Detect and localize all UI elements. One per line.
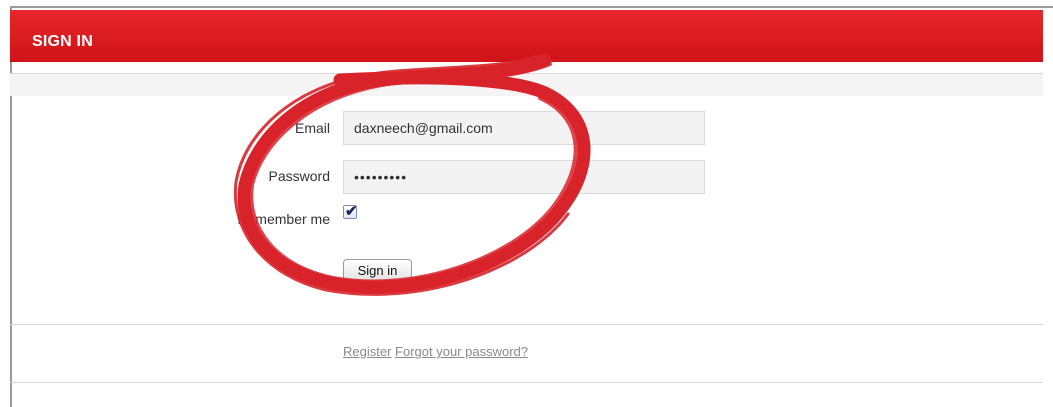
page-title: SIGN IN	[32, 33, 93, 50]
forgot-password-link[interactable]: Forgot your password?	[395, 344, 528, 359]
sign-in-button[interactable]: Sign in	[343, 259, 412, 282]
remember-me-label: Remember me	[237, 211, 330, 227]
register-link[interactable]: Register	[343, 344, 391, 359]
footer-links: Register Forgot your password?	[343, 344, 528, 359]
checkmark-icon: ✔	[345, 203, 358, 220]
subheader-bar	[10, 74, 1043, 96]
page-frame	[10, 6, 1053, 407]
divider	[10, 324, 1043, 325]
divider	[10, 382, 1043, 383]
password-label: Password	[268, 168, 330, 184]
remember-me-checkbox[interactable]: ✔	[343, 203, 358, 220]
email-field[interactable]	[343, 111, 705, 145]
email-label: Email	[294, 120, 330, 136]
signin-header: SIGN IN	[10, 10, 1043, 62]
password-field[interactable]	[343, 160, 705, 194]
